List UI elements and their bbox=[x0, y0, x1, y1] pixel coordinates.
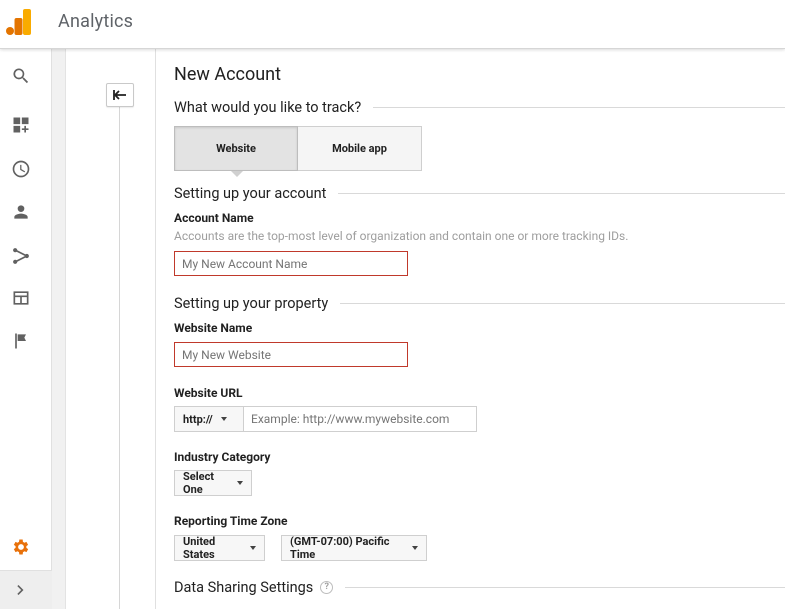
admin-rail bbox=[52, 49, 156, 609]
section-divider bbox=[340, 303, 785, 304]
data-sharing-text: Data Sharing Settings bbox=[174, 579, 314, 596]
account-section-text: Setting up your account bbox=[174, 185, 327, 202]
analytics-logo-icon[interactable] bbox=[6, 9, 32, 35]
track-question-text: What would you like to track? bbox=[174, 99, 362, 116]
property-section-text: Setting up your property bbox=[174, 295, 329, 312]
acquisition-icon[interactable] bbox=[10, 245, 32, 267]
help-icon[interactable]: ? bbox=[320, 581, 334, 594]
protocol-dropdown[interactable]: http:// bbox=[174, 406, 244, 432]
app-title: Analytics bbox=[58, 11, 134, 32]
account-name-help: Accounts are the top-most level of organ… bbox=[174, 229, 629, 243]
website-url-label: Website URL bbox=[174, 386, 243, 400]
new-account-form: New Account What would you like to track… bbox=[156, 49, 785, 609]
website-option-button[interactable]: Website bbox=[174, 126, 298, 177]
caret-down-icon bbox=[220, 417, 227, 421]
industry-category-dropdown[interactable]: Select One bbox=[174, 470, 252, 496]
section-divider bbox=[373, 107, 785, 108]
section-divider bbox=[345, 587, 785, 588]
protocol-value: http:// bbox=[183, 412, 213, 426]
account-name-label: Account Name bbox=[174, 211, 254, 225]
caret-down-icon bbox=[237, 481, 243, 485]
app-header: Analytics bbox=[0, 0, 785, 49]
country-value: United States bbox=[183, 535, 216, 561]
website-url-input[interactable] bbox=[243, 406, 477, 432]
timezone-dropdown[interactable]: (GMT-07:00) Pacific Time bbox=[281, 535, 427, 561]
admin-gear-icon[interactable] bbox=[10, 536, 32, 558]
rail-divider bbox=[119, 106, 120, 609]
reporting-time-zone-label: Reporting Time Zone bbox=[174, 514, 288, 528]
back-button[interactable] bbox=[106, 83, 134, 107]
behavior-icon[interactable] bbox=[10, 287, 32, 309]
website-name-input[interactable] bbox=[174, 342, 408, 367]
caret-down-icon bbox=[250, 546, 256, 550]
country-dropdown[interactable]: United States bbox=[174, 535, 265, 561]
track-type-selector: Website Mobile app bbox=[174, 126, 422, 177]
account-name-input[interactable] bbox=[174, 251, 408, 276]
search-icon[interactable] bbox=[10, 65, 32, 87]
customization-icon[interactable] bbox=[10, 114, 32, 136]
caret-down-icon bbox=[412, 546, 418, 550]
nav-expand-bar[interactable] bbox=[0, 570, 52, 609]
conversions-icon[interactable] bbox=[10, 330, 32, 352]
industry-category-value: Select One bbox=[183, 470, 215, 496]
property-section-heading: Setting up your property bbox=[174, 295, 785, 312]
section-divider bbox=[338, 193, 785, 194]
expand-chevron-icon[interactable] bbox=[10, 579, 32, 601]
industry-category-label: Industry Category bbox=[174, 450, 271, 464]
data-sharing-heading: Data Sharing Settings ? bbox=[174, 579, 785, 596]
account-section-heading: Setting up your account bbox=[174, 185, 785, 202]
website-name-label: Website Name bbox=[174, 321, 253, 335]
back-arrow-icon bbox=[113, 90, 126, 100]
timezone-value: (GMT-07:00) Pacific Time bbox=[290, 535, 390, 561]
page-title: New Account bbox=[174, 64, 281, 85]
left-nav bbox=[0, 49, 52, 609]
mobile-app-option-button[interactable]: Mobile app bbox=[298, 126, 422, 171]
rail-strip bbox=[52, 49, 66, 609]
audience-icon[interactable] bbox=[10, 201, 32, 223]
realtime-icon[interactable] bbox=[10, 158, 32, 180]
track-question-heading: What would you like to track? bbox=[174, 99, 785, 116]
